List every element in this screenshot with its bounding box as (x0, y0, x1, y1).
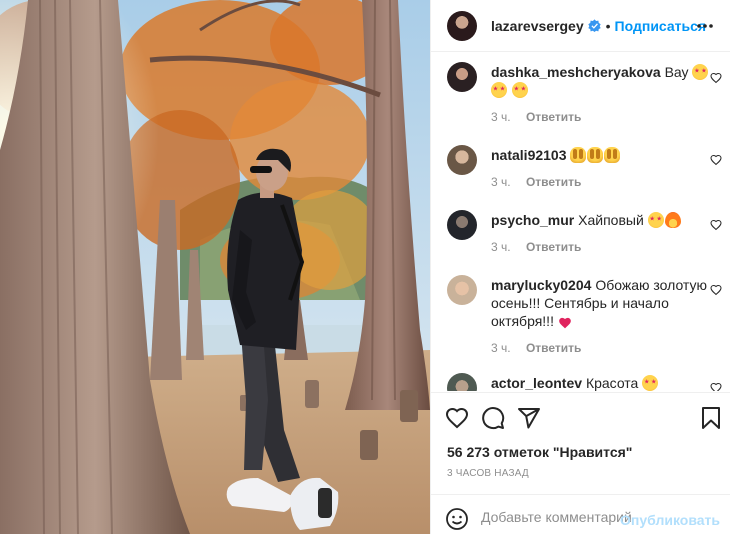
reply-button[interactable]: Ответить (526, 175, 581, 189)
raising-hands-emoji (570, 147, 587, 163)
smiley-icon[interactable] (445, 507, 469, 531)
author-username[interactable]: lazarevsergey (491, 18, 584, 34)
comment-item: dashka_meshcheryakova Вау 3 ч. Ответить (431, 52, 730, 124)
commenter-avatar[interactable] (447, 145, 477, 175)
starry-eyes-emoji (692, 64, 709, 80)
post-header: lazarevsergey • Подписаться (431, 0, 730, 52)
comment-time: 3 ч. (491, 110, 511, 124)
header-separator: • (605, 17, 611, 34)
comment-item: natali92103 3 ч. Ответить (431, 135, 730, 189)
likes-count[interactable]: 56 273 отметок "Нравится" (447, 444, 632, 460)
comment-text: Вау (664, 64, 689, 80)
comment-text: Хайповый (578, 212, 644, 228)
post-actions (431, 392, 730, 432)
likes-label: отметок (493, 444, 549, 460)
commenter-username[interactable]: psycho_mur (491, 212, 574, 228)
reply-button[interactable]: Ответить (526, 110, 581, 124)
likes-action: "Нравится" (552, 444, 633, 460)
paper-plane-icon[interactable] (517, 406, 541, 430)
comments-list[interactable]: dashka_meshcheryakova Вау 3 ч. Ответить … (431, 52, 730, 391)
comment-icon[interactable] (481, 406, 505, 430)
commenter-avatar[interactable] (447, 210, 477, 240)
comment-text: Красота (585, 375, 639, 391)
publish-button[interactable]: Опубликовать (620, 512, 720, 528)
raising-hands-emoji (587, 147, 604, 163)
likes-number: 56 273 (447, 444, 490, 460)
comment-item: actor_leontev Красота (431, 363, 730, 391)
commenter-avatar[interactable] (447, 275, 477, 305)
starry-eyes-emoji (647, 212, 664, 228)
like-comment-heart-icon[interactable] (710, 381, 722, 391)
commenter-username[interactable]: actor_leontev (491, 375, 582, 391)
comment-composer: Опубликовать (431, 494, 730, 534)
comment-time: 3 ч. (491, 240, 511, 254)
like-comment-heart-icon[interactable] (710, 71, 722, 84)
reply-button[interactable]: Ответить (526, 240, 581, 254)
raising-hands-emoji (604, 147, 621, 163)
like-comment-heart-icon[interactable] (710, 153, 722, 166)
verified-badge-icon (587, 19, 601, 32)
starry-eyes-emoji (642, 375, 659, 391)
ellipsis-icon[interactable] (695, 16, 715, 36)
comment-input[interactable] (481, 505, 633, 529)
commenter-username[interactable]: marylucky0204 (491, 277, 591, 293)
post-timestamp[interactable]: 3 часов назад (447, 468, 529, 479)
red-heart-emoji (558, 316, 572, 329)
commenter-avatar[interactable] (447, 373, 477, 391)
like-comment-heart-icon[interactable] (710, 218, 722, 231)
reply-button[interactable]: Ответить (526, 341, 581, 355)
starry-eyes-emoji (491, 82, 507, 98)
post-sidebar: lazarevsergey • Подписаться dashka_meshc… (430, 0, 730, 534)
comment-item: marylucky0204 Обожаю золотую осень!!! Се… (431, 265, 730, 355)
like-comment-heart-icon[interactable] (710, 283, 722, 296)
fire-emoji (664, 212, 681, 228)
commenter-avatar[interactable] (447, 62, 477, 92)
commenter-username[interactable]: natali92103 (491, 147, 567, 163)
bookmark-icon[interactable] (699, 406, 723, 430)
commenter-username[interactable]: dashka_meshcheryakova (491, 64, 661, 80)
heart-icon[interactable] (445, 406, 469, 430)
post-photo-image (0, 0, 430, 534)
post-photo[interactable] (0, 0, 430, 534)
comment-time: 3 ч. (491, 341, 511, 355)
author-avatar[interactable] (447, 10, 477, 41)
comment-time: 3 ч. (491, 175, 511, 189)
comment-item: psycho_mur Хайповый 3 ч. Ответить (431, 200, 730, 254)
follow-button[interactable]: Подписаться (615, 18, 707, 34)
starry-eyes-emoji (511, 82, 528, 98)
